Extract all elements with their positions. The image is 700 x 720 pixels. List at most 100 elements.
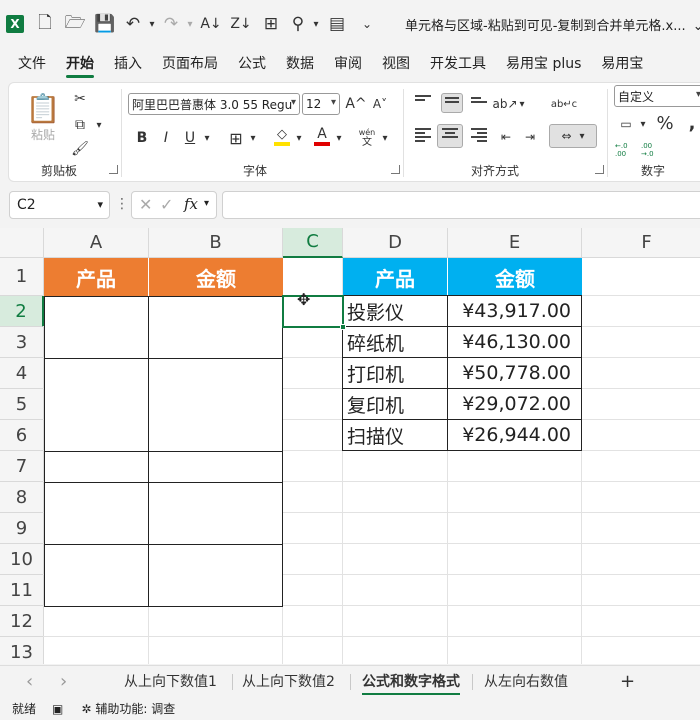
borders-icon[interactable]: ⊞	[225, 125, 247, 151]
wrap-text-icon[interactable]: ab↵c	[549, 92, 579, 116]
product-cell[interactable]: 复印机	[342, 388, 448, 420]
active-cell-c2[interactable]	[282, 295, 344, 328]
insert-function-icon[interactable]: fx	[184, 195, 198, 213]
menu-developer[interactable]: 开发工具	[420, 48, 496, 80]
sheet-tab-2[interactable]: 从上向下数值2	[242, 670, 335, 694]
new-file-icon[interactable]: 🗋	[30, 0, 60, 48]
bold-button[interactable]: B	[131, 125, 153, 151]
row-header-12[interactable]: 12	[0, 606, 44, 637]
row-header-13[interactable]: 13	[0, 637, 44, 664]
amount-cell[interactable]: ¥26,944.00	[447, 419, 582, 451]
align-top-icon[interactable]	[415, 95, 431, 109]
phonetic-guide-icon[interactable]: wén 文	[355, 125, 379, 151]
customize-toolbar-icon[interactable]: ⌄	[352, 0, 382, 48]
formula-bar-options-icon[interactable]: ⋮	[115, 196, 129, 212]
merge-center-button[interactable]: ⇔ ▾	[549, 124, 597, 148]
align-center-icon[interactable]	[437, 124, 463, 148]
alignment-launcher-icon[interactable]	[595, 165, 604, 174]
header-amount-b1[interactable]: 金额	[149, 258, 283, 296]
header-product-a1[interactable]: 产品	[44, 258, 149, 296]
cell-b7[interactable]	[148, 451, 283, 483]
orientation-icon[interactable]: ab↗	[492, 92, 517, 116]
undo-icon[interactable]: ↶	[120, 0, 146, 48]
menu-home[interactable]: 开始	[56, 48, 104, 80]
number-format-select[interactable]: 自定义 ▾	[614, 85, 700, 107]
font-launcher-icon[interactable]	[391, 165, 400, 174]
row-header-8[interactable]: 8	[0, 482, 44, 513]
menu-data[interactable]: 数据	[276, 48, 324, 80]
chevron-down-icon[interactable]: ▾	[97, 192, 103, 218]
row-header-1[interactable]: 1	[0, 258, 44, 296]
align-left-icon[interactable]	[415, 128, 431, 142]
menu-file[interactable]: 文件	[8, 48, 56, 80]
align-bottom-icon[interactable]	[471, 97, 487, 111]
merged-cell-b8-b9[interactable]	[148, 482, 283, 545]
menu-page-layout[interactable]: 页面布局	[152, 48, 228, 80]
align-middle-icon[interactable]	[441, 93, 463, 113]
product-cell[interactable]: 投影仪	[342, 295, 448, 327]
column-header-a[interactable]: A	[44, 228, 149, 258]
menu-view[interactable]: 视图	[372, 48, 420, 80]
spreadsheet-grid[interactable]: A B C D E F 1 2 3 4 5 6 7 8 9 10 11 12 1…	[0, 228, 700, 664]
product-cell[interactable]: 扫描仪	[342, 419, 448, 451]
header-product-d1[interactable]: 产品	[343, 258, 448, 296]
row-header-11[interactable]: 11	[0, 575, 44, 606]
form-icon[interactable]: ▤	[322, 0, 352, 48]
column-header-d[interactable]: D	[343, 228, 448, 258]
product-cell[interactable]: 打印机	[342, 357, 448, 389]
column-header-c[interactable]: C	[283, 228, 343, 258]
accessibility-icon[interactable]: ✲	[81, 702, 91, 716]
borders-icon[interactable]: ⊞	[256, 0, 286, 48]
column-header-b[interactable]: B	[149, 228, 283, 258]
title-chevron-icon[interactable]: ⌄	[693, 19, 700, 34]
row-header-9[interactable]: 9	[0, 513, 44, 544]
row-header-5[interactable]: 5	[0, 389, 44, 420]
font-color-dropdown-icon[interactable]: ▾	[333, 125, 345, 151]
cancel-icon[interactable]: ✕	[139, 195, 152, 214]
cell-a7[interactable]	[44, 451, 149, 483]
chevron-down-icon[interactable]: ▾	[204, 198, 209, 209]
formula-input[interactable]	[222, 191, 700, 219]
decrease-indent-icon[interactable]: ⇤	[495, 125, 517, 149]
enter-icon[interactable]: ✓	[160, 195, 173, 214]
fill-color-dropdown-icon[interactable]: ▾	[293, 125, 305, 151]
column-header-e[interactable]: E	[448, 228, 582, 258]
sort-descending-icon[interactable]: Z↓	[226, 0, 256, 48]
amount-cell[interactable]: ¥29,072.00	[447, 388, 582, 420]
menu-insert[interactable]: 插入	[104, 48, 152, 80]
decrease-decimal-button[interactable]: .00 →.0	[641, 139, 663, 161]
sheet-tab-3[interactable]: 公式和数字格式	[362, 670, 460, 695]
increase-indent-icon[interactable]: ⇥	[519, 125, 541, 149]
copy-dropdown-icon[interactable]: ▾	[93, 113, 105, 137]
sheet-tab-4[interactable]: 从左向右数值	[484, 670, 568, 694]
cut-icon[interactable]: ✂	[67, 87, 93, 111]
grow-font-button[interactable]: A^	[345, 92, 367, 116]
find-dropdown-icon[interactable]: ▾	[310, 0, 322, 48]
prev-sheet-icon[interactable]: ‹	[26, 670, 33, 694]
underline-dropdown-icon[interactable]: ▾	[201, 125, 213, 151]
italic-button[interactable]: I	[155, 125, 177, 151]
underline-button[interactable]: U	[179, 125, 201, 151]
macro-recording-icon[interactable]: ▣	[52, 702, 63, 716]
find-icon[interactable]: ⚲	[286, 0, 310, 48]
row-header-6[interactable]: 6	[0, 420, 44, 451]
merged-cell-b4-b6[interactable]	[148, 358, 283, 452]
column-header-f[interactable]: F	[582, 228, 700, 258]
comma-style-icon[interactable]: ,	[685, 111, 699, 135]
amount-cell[interactable]: ¥46,130.00	[447, 326, 582, 358]
merged-cell-a8-a9[interactable]	[44, 482, 149, 545]
fill-color-icon[interactable]: ◇	[271, 123, 293, 149]
select-all-corner[interactable]	[0, 228, 44, 258]
increase-decimal-button[interactable]: ←.0 .00	[615, 139, 637, 161]
header-amount-e1[interactable]: 金额	[448, 258, 582, 296]
row-header-3[interactable]: 3	[0, 327, 44, 358]
fill-handle[interactable]	[340, 324, 346, 330]
font-name-select[interactable]: 阿里巴巴普惠体 3.0 55 Regu ▾	[128, 93, 300, 115]
copy-icon[interactable]: ⧉	[67, 113, 93, 137]
font-color-icon[interactable]: A	[311, 123, 333, 149]
percent-button[interactable]: %	[655, 111, 675, 135]
undo-dropdown-icon[interactable]: ▾	[146, 0, 158, 48]
menu-yiyongbao[interactable]: 易用宝	[591, 48, 653, 80]
clipboard-launcher-icon[interactable]	[109, 165, 118, 174]
row-header-10[interactable]: 10	[0, 544, 44, 575]
